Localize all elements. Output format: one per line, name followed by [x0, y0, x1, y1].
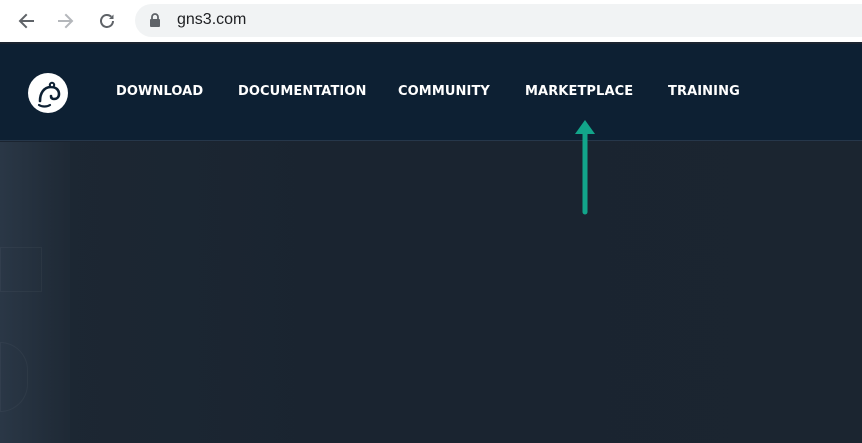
- menu-item-download[interactable]: DOWNLOAD: [116, 84, 203, 99]
- menu-item-community[interactable]: COMMUNITY: [398, 84, 490, 99]
- up-arrow-icon: [575, 120, 595, 215]
- url-text: gns3.com: [177, 11, 247, 28]
- menu-item-marketplace[interactable]: MARKETPLACE: [525, 84, 633, 99]
- back-button[interactable]: [12, 7, 40, 35]
- browser-toolbar: gns3.com: [0, 0, 862, 42]
- site-header: DOWNLOAD DOCUMENTATION COMMUNITY MARKETP…: [0, 44, 862, 141]
- address-bar[interactable]: gns3.com: [135, 4, 862, 37]
- forward-button[interactable]: [52, 7, 80, 35]
- back-arrow-icon: [18, 13, 34, 29]
- forward-arrow-icon: [58, 13, 74, 29]
- lock-icon: [150, 13, 160, 27]
- menu-item-training[interactable]: TRAINING: [668, 84, 740, 99]
- reload-icon: [100, 14, 114, 28]
- hero-background: [0, 142, 862, 443]
- gns3-logo-icon[interactable]: [26, 71, 70, 115]
- menu-item-documentation[interactable]: DOCUMENTATION: [238, 84, 366, 99]
- hero-decoration: [0, 247, 42, 292]
- reload-button[interactable]: [93, 7, 121, 35]
